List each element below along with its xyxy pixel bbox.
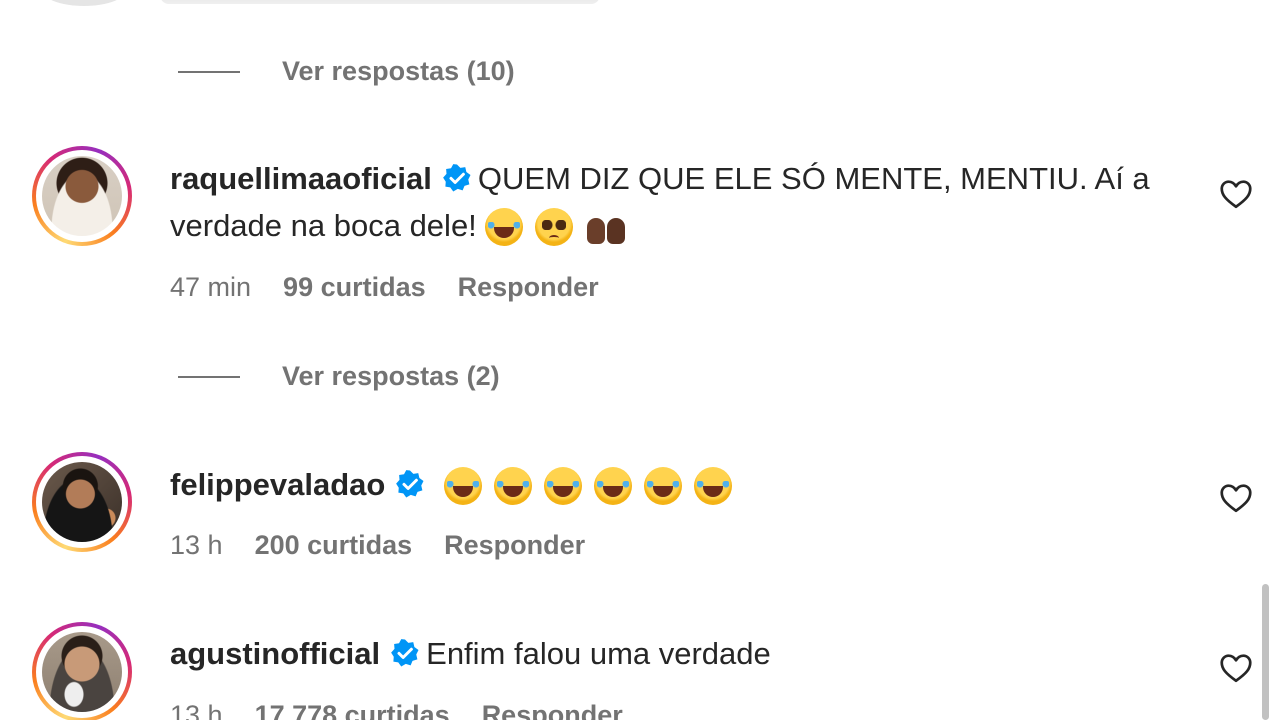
view-replies-toggle[interactable]: Ver respostas (2) bbox=[178, 361, 500, 392]
replies-divider-line bbox=[178, 375, 240, 378]
view-replies-toggle[interactable]: Ver respostas (10) bbox=[178, 56, 515, 87]
reply-button[interactable]: Responder bbox=[444, 530, 585, 561]
emoji-group bbox=[485, 202, 641, 248]
avatar-photo bbox=[42, 156, 122, 236]
view-replies-label[interactable]: Ver respostas (10) bbox=[282, 56, 515, 87]
comment-text: Enfim falou uma verdade bbox=[426, 636, 771, 671]
comment-body: raquellimaaoficial QUEM DIZ QUE ELE SÓ ME… bbox=[170, 156, 1180, 254]
comment-time: 13 h bbox=[170, 530, 223, 560]
verified-badge-icon bbox=[443, 163, 471, 192]
tears-of-joy-emoji-icon bbox=[693, 466, 732, 505]
heart-outline-icon[interactable] bbox=[1218, 176, 1254, 212]
vertical-scrollbar[interactable] bbox=[1262, 584, 1269, 720]
reply-button[interactable]: Responder bbox=[458, 272, 599, 303]
comment-body: felippevaladao bbox=[170, 461, 1180, 513]
heart-outline-icon[interactable] bbox=[1218, 480, 1254, 516]
avatar-photo bbox=[42, 462, 122, 542]
verified-badge-icon bbox=[396, 470, 424, 498]
tears-of-joy-emoji-icon bbox=[493, 466, 532, 505]
comment-time: 47 min bbox=[170, 272, 252, 302]
comment-likes[interactable]: 17.778 curtidas bbox=[255, 700, 450, 720]
tears-of-joy-emoji-icon bbox=[593, 466, 632, 505]
comment-time: 13 h bbox=[170, 700, 223, 720]
tears-of-joy-emoji-icon bbox=[443, 466, 482, 505]
comment-likes[interactable]: 200 curtidas bbox=[255, 530, 413, 561]
avatar-ring-gap bbox=[36, 150, 128, 242]
avatar-photo bbox=[42, 632, 122, 712]
replies-divider-line bbox=[178, 70, 240, 73]
pleading-face-emoji-icon bbox=[535, 207, 574, 246]
avatar[interactable] bbox=[32, 146, 132, 246]
avatar-ring-gap bbox=[36, 456, 128, 548]
avatar[interactable] bbox=[32, 622, 132, 720]
tears-of-joy-emoji-icon bbox=[485, 207, 524, 246]
comment-likes[interactable]: 99 curtidas bbox=[283, 272, 426, 303]
comment-meta: 13 h 200 curtidas Responder bbox=[170, 530, 617, 561]
comments-panel: Ver respostas (10) raquellimaaoficial QUE… bbox=[0, 0, 1280, 720]
previous-comment-avatar[interactable] bbox=[40, 0, 128, 6]
verified-badge-icon bbox=[391, 638, 419, 667]
comment-username[interactable]: raquellimaaoficial bbox=[170, 161, 432, 196]
avatar-ring-gap bbox=[36, 626, 128, 718]
tears-of-joy-emoji-icon bbox=[643, 466, 682, 505]
comment-meta: 47 min 99 curtidas Responder bbox=[170, 272, 631, 303]
comment-username[interactable]: agustinofficial bbox=[170, 636, 380, 671]
tears-of-joy-emoji-icon bbox=[543, 466, 582, 505]
view-replies-label[interactable]: Ver respostas (2) bbox=[282, 361, 500, 392]
previous-comment-meta bbox=[160, 0, 600, 4]
comment-body: agustinofficial Enfim falou uma verdade bbox=[170, 631, 1180, 677]
avatar[interactable] bbox=[32, 452, 132, 552]
raised-hands-emoji-icon bbox=[585, 208, 629, 246]
comment-meta: 13 h 17.778 curtidas Responder bbox=[170, 700, 655, 720]
reply-button[interactable]: Responder bbox=[482, 700, 623, 720]
heart-outline-icon[interactable] bbox=[1218, 650, 1254, 686]
emoji-group bbox=[443, 461, 744, 507]
comment-username[interactable]: felippevaladao bbox=[170, 467, 385, 502]
